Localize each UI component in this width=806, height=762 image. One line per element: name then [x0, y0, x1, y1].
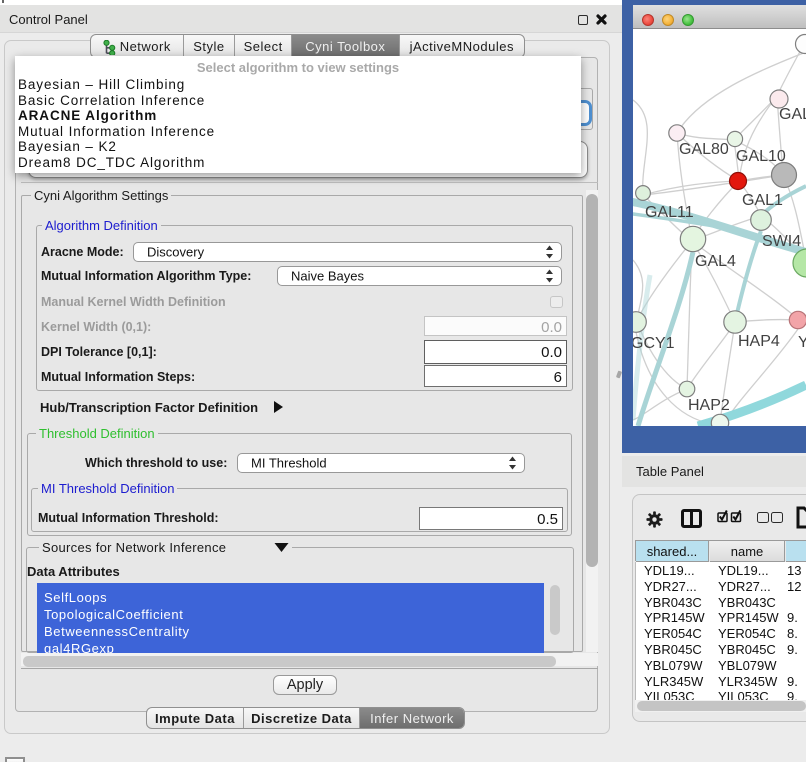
svg-text:GAL80: GAL80	[679, 141, 729, 158]
svg-text:GAL4: GAL4	[695, 253, 736, 270]
svg-text:GAL11: GAL11	[645, 204, 694, 221]
svg-text:HAP2: HAP2	[688, 397, 730, 414]
svg-text:GCY1: GCY1	[633, 335, 675, 352]
svg-text:HAP4: HAP4	[738, 333, 780, 350]
svg-text:SWI4: SWI4	[762, 233, 801, 250]
svg-text:GAL10: GAL10	[736, 148, 786, 165]
svg-text:Y: Y	[798, 334, 806, 351]
svg-text:GAL: GAL	[779, 106, 806, 123]
svg-text:GAL1: GAL1	[742, 192, 783, 209]
